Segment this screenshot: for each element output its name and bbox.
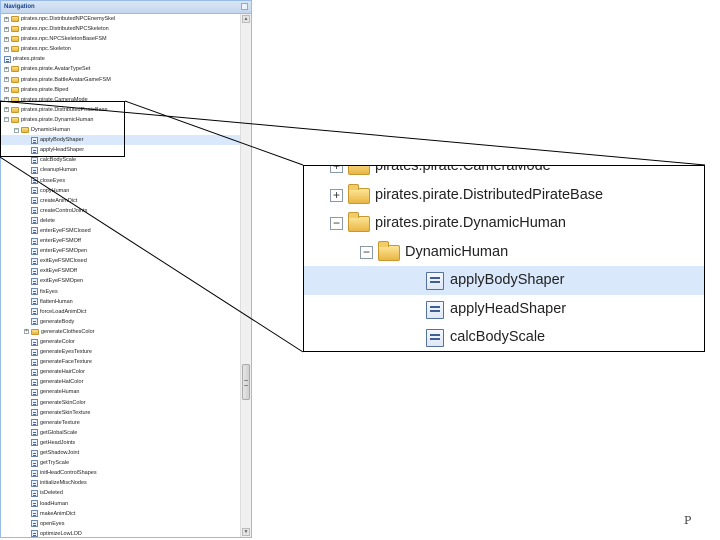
method-icon [426, 300, 444, 319]
expand-toggle-icon: + [330, 188, 343, 202]
zoomed-tree-item-label: calcBodyScale [450, 329, 546, 345]
zoomed-tree-item: + pirates.pirate.CameraMode [304, 165, 704, 181]
zoomed-tree-item: − pirates.pirate.DynamicHuman [304, 209, 704, 238]
zoomed-tree-item: calcBodyScale [304, 323, 704, 351]
collapse-toggle-icon: − [360, 245, 373, 259]
folder-icon [348, 166, 370, 175]
zoomed-tree-item-label: applyHeadShaper [450, 300, 567, 317]
zoomed-tree-item: applyBodyShaper [304, 266, 704, 295]
page-marker: P [684, 514, 692, 527]
collapse-toggle-icon: − [330, 217, 343, 230]
zoomed-tree-item: applyHeadShaper [304, 295, 704, 324]
zoomed-tree-item-label: pirates.pirate.DynamicHuman [375, 215, 566, 231]
connector-line-bottom [0, 156, 304, 353]
zoomed-tree-item: + pirates.pirate.DistributedPirateBase [304, 181, 704, 210]
connector-line-top [0, 100, 706, 166]
zoomed-tree-item-label: pirates.pirate.DistributedPirateBase [375, 186, 604, 203]
zoomed-tree-view: + pirates.pirate.CameraMode + pirates.pirat… [303, 165, 705, 352]
method-icon [426, 329, 444, 347]
connector-line-upper-right [124, 100, 304, 166]
method-icon [426, 272, 444, 290]
zoomed-tree-item-label: pirates.pirate.CameraMode [375, 165, 551, 174]
folder-icon [348, 212, 370, 232]
folder-icon [378, 240, 400, 261]
zoomed-tree-item: − DynamicHuman [304, 238, 704, 267]
folder-icon [348, 183, 370, 204]
zoomed-tree-item-label: DynamicHuman [405, 243, 509, 260]
zoomed-tree-item-label: applyBodyShaper [450, 272, 565, 288]
expand-toggle-icon: + [330, 166, 343, 173]
